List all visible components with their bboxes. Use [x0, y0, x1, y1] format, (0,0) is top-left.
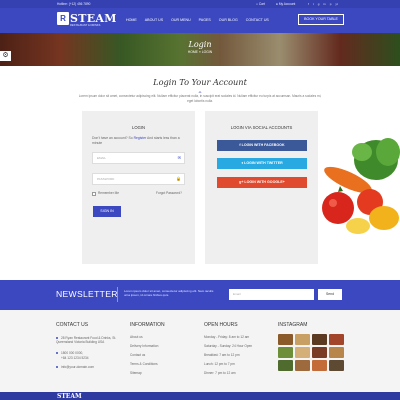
phone-1: 1800 000 0000,: [61, 351, 84, 355]
footer-link-about[interactable]: About us: [130, 335, 143, 339]
footer-link-sitemap[interactable]: Sitemap: [130, 371, 142, 375]
cart-label: Cart: [258, 2, 265, 6]
nav-menu[interactable]: OUR MENU: [171, 18, 191, 22]
logo-subtitle: RESTAURANT & DRINKS: [70, 24, 101, 27]
account-link[interactable]: ● My Account: [276, 2, 295, 6]
google-login-label: LOGIN WITH GOOGLE+: [244, 180, 285, 184]
phone-2: +84 123 1234 5234: [61, 356, 89, 360]
vegetables-image: [322, 138, 400, 234]
mail-icon: [56, 366, 58, 369]
footer-contact-title: CONTACT US: [56, 322, 89, 328]
footer-link-terms[interactable]: Terms & Conditions: [130, 362, 158, 366]
newsletter-send-button[interactable]: Send: [318, 289, 342, 300]
map-pin-icon: [56, 337, 58, 340]
instagram-photo[interactable]: [312, 334, 327, 345]
email-placeholder: EMAIL: [97, 156, 107, 160]
newsletter-text: Lorem ipsum dolor sit amet, consectetur …: [124, 289, 214, 298]
footer-link-delivery[interactable]: Delivery Information: [130, 344, 158, 348]
hours-dinner: Dinner: 7 pm to 12 am: [204, 371, 236, 375]
hours-weekend: Saturday - Sunday: 24 Hour Open: [204, 344, 253, 348]
instagram-photo[interactable]: [295, 334, 310, 345]
footer-phone: 1800 000 0000,: [56, 351, 83, 355]
lock-icon: 🔒: [176, 176, 181, 181]
account-label: My Account: [278, 2, 296, 6]
twitter-login-button[interactable]: ♦ LOGIN WITH TWITTER: [217, 158, 307, 169]
footer-email[interactable]: info@your-domain.com: [56, 365, 94, 369]
instagram-photo[interactable]: [312, 360, 327, 371]
nav-blog[interactable]: OUR BLOG: [219, 18, 238, 22]
footer-instagram-title: INSTAGRAM: [278, 322, 308, 328]
logo-mark[interactable]: R: [57, 12, 69, 25]
register-link[interactable]: Register: [134, 136, 147, 140]
newsletter-divider: [117, 287, 118, 302]
sign-in-button[interactable]: SIGN IN: [93, 206, 121, 217]
nav-pages[interactable]: PAGES: [199, 18, 211, 22]
email-text: info@your-domain.com: [61, 365, 94, 369]
social-icons-top: f t g in p yt: [308, 2, 338, 6]
main-nav: HOME ABOUT US OUR MENU PAGES OUR BLOG CO…: [126, 18, 269, 22]
hours-breakfast: Breakfast: 7 am to 12 pm: [204, 353, 240, 357]
instagram-photo[interactable]: [278, 360, 293, 371]
instagram-photo[interactable]: [278, 347, 293, 358]
footer-link-contact[interactable]: Contact us: [130, 353, 145, 357]
instagram-photo[interactable]: [329, 334, 344, 345]
newsletter-title: NEWSLETTER: [56, 289, 118, 299]
instagram-photo[interactable]: [312, 347, 327, 358]
facebook-icon[interactable]: f: [308, 2, 309, 6]
footer-hours-title: OPEN HOURS: [204, 322, 238, 328]
banner-title: Login: [188, 40, 212, 49]
instagram-photo[interactable]: [295, 347, 310, 358]
gear-icon[interactable]: ⚙: [0, 51, 11, 61]
instagram-grid: [278, 334, 344, 371]
intro-text: Lorem ipsum dolor sit amet, consectetur …: [78, 94, 322, 103]
instagram-photo[interactable]: [295, 360, 310, 371]
cart-link[interactable]: ⌂ Cart: [256, 2, 265, 6]
login-panel: LOGIN Don't have an account? So Register…: [82, 111, 195, 264]
twitter-icon[interactable]: t: [313, 2, 314, 6]
linkedin-icon[interactable]: in: [323, 2, 325, 6]
facebook-login-label: LOGIN WITH FACEBOOK: [241, 143, 285, 147]
book-table-button[interactable]: BOOK YOUR TABLE: [298, 14, 344, 25]
bottom-logo[interactable]: STEAM: [57, 393, 82, 400]
page-title: Login To Your Account: [153, 77, 247, 87]
google-login-button[interactable]: g+ LOGIN WITH GOOGLE+: [217, 177, 307, 188]
youtube-icon[interactable]: yt: [335, 2, 337, 6]
hours-lunch: Lunch: 12 pm to 7 pm: [204, 362, 235, 366]
register-prompt: Don't have an account? So: [92, 136, 133, 140]
phone-icon: [56, 352, 58, 355]
pinterest-icon[interactable]: p: [330, 2, 332, 6]
instagram-photo[interactable]: [329, 360, 344, 371]
forgot-password-link[interactable]: Forgot Password?: [156, 191, 182, 195]
address-text: 28 Ryan Restaurant Food & Drinks, St. Qu…: [56, 336, 117, 345]
title-divider-icon: ⁂: [198, 90, 202, 94]
envelope-icon: ✉: [177, 155, 181, 160]
instagram-photo[interactable]: [278, 334, 293, 345]
social-login-title: LOGIN VIA SOCIAL ACCOUNTS: [230, 125, 293, 130]
remember-label: Remember Me: [98, 191, 120, 195]
instagram-photo[interactable]: [329, 347, 344, 358]
nav-contact[interactable]: CONTACT US: [246, 18, 269, 22]
login-title: LOGIN: [131, 125, 146, 130]
footer-address: 28 Ryan Restaurant Food & Drinks, St. Qu…: [56, 336, 118, 345]
nav-about[interactable]: ABOUT US: [145, 18, 163, 22]
newsletter-email-input[interactable]: Email: [229, 289, 314, 300]
hotline-text: Hotline: (+12) 456 7890: [57, 2, 91, 6]
login-register-text: Don't have an account? So Register And s…: [92, 136, 187, 146]
breadcrumb[interactable]: HOME » LOGIN: [0, 50, 400, 54]
password-placeholder: PASSWORD: [97, 177, 115, 181]
google-plus-icon[interactable]: g: [318, 2, 320, 6]
password-field[interactable]: PASSWORD 🔒: [92, 173, 185, 185]
remember-checkbox[interactable]: [92, 192, 96, 196]
email-field[interactable]: EMAIL ✉: [92, 152, 185, 164]
facebook-login-button[interactable]: f LOGIN WITH FACEBOOK: [217, 140, 307, 151]
twitter-login-label: LOGIN WITH TWITTER: [244, 161, 283, 165]
footer-info-title: INFORMATION: [130, 322, 165, 328]
hours-weekday: Monday - Friday: 8 am to 12 am: [204, 335, 250, 339]
nav-home[interactable]: HOME: [126, 18, 137, 22]
